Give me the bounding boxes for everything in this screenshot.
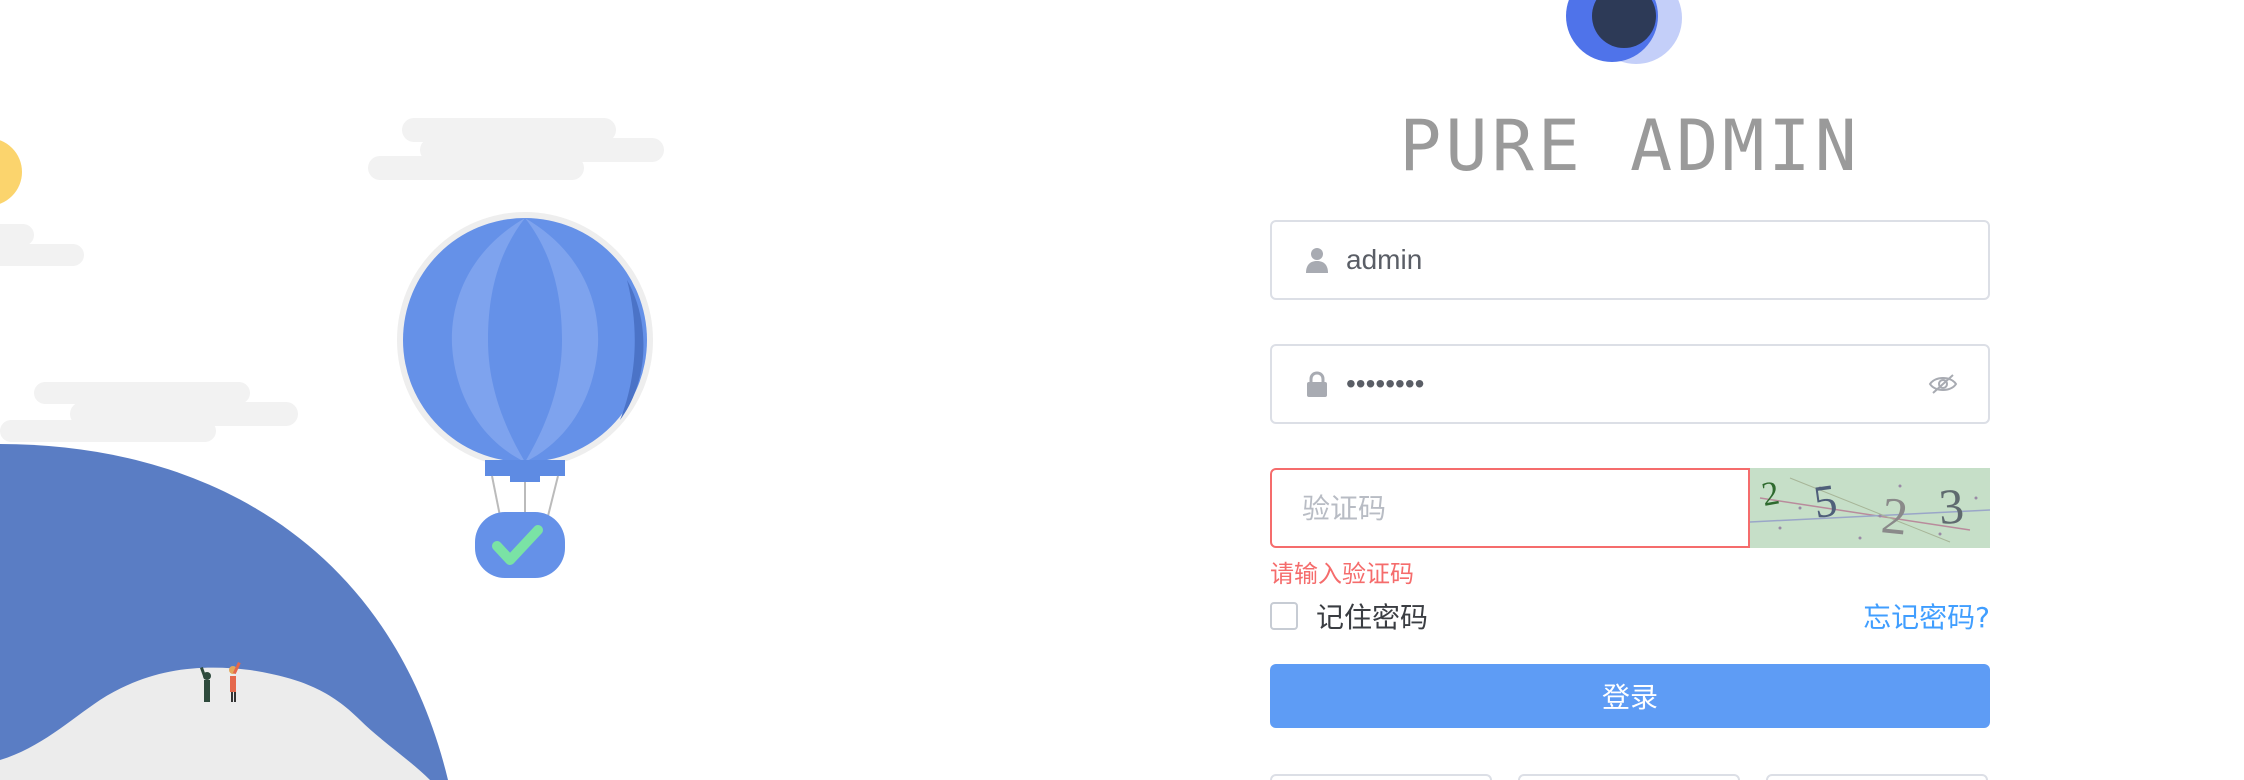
lock-icon — [1302, 369, 1332, 399]
username-value[interactable]: admin — [1346, 244, 1988, 276]
illustration-scene — [0, 118, 664, 780]
captcha-image[interactable]: 2 5 2 3 — [1750, 468, 1990, 548]
username-field[interactable]: admin — [1270, 220, 1990, 300]
captcha-input[interactable] — [1272, 491, 1748, 525]
captcha-digit-4: 3 — [1937, 477, 1966, 535]
captcha-error: 请输入验证码 — [1270, 560, 1414, 588]
logo — [1566, 0, 1682, 64]
login-illustration — [0, 0, 1000, 780]
password-value[interactable]: •••••••• — [1346, 368, 1926, 400]
captcha-field[interactable] — [1270, 468, 1750, 548]
password-field[interactable]: •••••••• — [1270, 344, 1990, 424]
remember-label: 记住密码 — [1316, 601, 1429, 634]
remember-password-toggle[interactable]: 记住密码 — [1270, 596, 1428, 636]
remember-checkbox[interactable] — [1270, 602, 1298, 630]
user-icon — [1302, 245, 1332, 275]
alt-login-button-2[interactable] — [1518, 774, 1740, 780]
alt-login-button-1[interactable] — [1270, 774, 1492, 780]
balloon — [397, 212, 653, 578]
login-panel: PURE ADMIN admin •••••••• 2 5 2 3 — [1270, 0, 1990, 780]
sun — [0, 140, 22, 204]
eye-off-icon[interactable] — [1926, 369, 1960, 399]
login-button[interactable]: 登录 — [1270, 664, 1990, 728]
forgot-password-link[interactable]: 忘记密码? — [1863, 596, 1990, 636]
alt-login-button-3[interactable] — [1766, 774, 1988, 780]
brand-title: PURE ADMIN — [1399, 105, 1861, 187]
